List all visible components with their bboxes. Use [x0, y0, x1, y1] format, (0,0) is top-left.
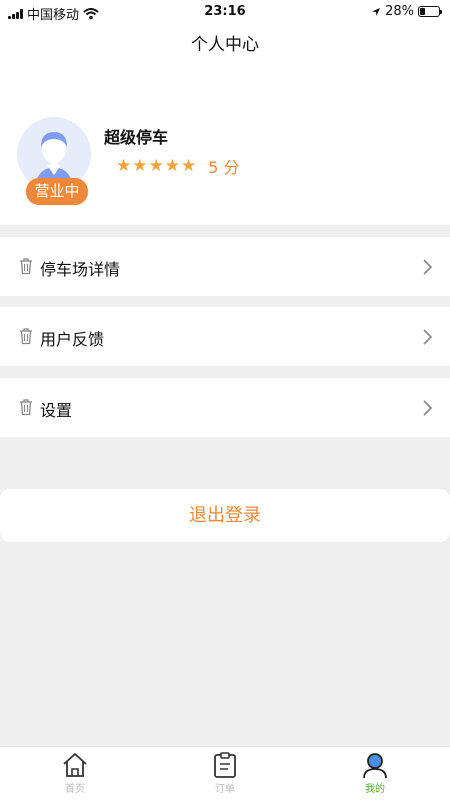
user-icon: [363, 753, 387, 779]
store-name: 超级停车: [104, 128, 169, 147]
star-icon: ★: [132, 156, 148, 176]
status-right: 28%: [371, 4, 442, 19]
logout-button[interactable]: 退出登录: [0, 489, 450, 542]
tab-label: 首页: [65, 784, 85, 795]
location-arrow-icon: [372, 7, 381, 16]
status-bar: 中国移动 23:16 28%: [0, 0, 450, 23]
tab-label: 我的: [365, 784, 385, 795]
trash-icon: [20, 258, 32, 275]
tab-orders[interactable]: 订单: [195, 751, 255, 795]
star-rating: ★ ★ ★ ★ ★: [116, 156, 196, 176]
tab-label: 订单: [215, 784, 235, 795]
menu-item-label: 设置: [40, 401, 73, 420]
chevron-right-icon: [423, 259, 433, 275]
star-icon: ★: [181, 156, 197, 176]
menu-item-feedback[interactable]: 用户反馈: [0, 307, 450, 366]
star-icon: ★: [148, 156, 164, 176]
star-icon: ★: [116, 156, 132, 176]
home-icon: [63, 753, 87, 777]
status-badge: 营业中: [26, 178, 88, 205]
chevron-right-icon: [423, 400, 433, 416]
battery-icon: [418, 6, 442, 17]
star-icon: ★: [164, 156, 180, 176]
tab-home[interactable]: 首页: [45, 751, 105, 795]
clipboard-icon: [214, 752, 236, 778]
rating-score: 5 分: [208, 158, 240, 177]
trash-icon: [20, 399, 32, 416]
menu-item-label: 停车场详情: [40, 260, 121, 279]
chevron-right-icon: [423, 329, 433, 345]
battery-percent: 28%: [385, 4, 414, 19]
tab-bar: 首页 订单 我的: [0, 746, 450, 800]
page-title: 个人中心: [0, 22, 450, 68]
trash-icon: [20, 328, 32, 345]
menu-item-parking-details[interactable]: 停车场详情: [0, 237, 450, 296]
menu-item-settings[interactable]: 设置: [0, 378, 450, 437]
profile-card: 营业中 超级停车 ★ ★ ★ ★ ★ 5 分: [0, 68, 450, 225]
menu-item-label: 用户反馈: [40, 330, 105, 349]
tab-mine[interactable]: 我的: [345, 751, 405, 795]
rating: ★ ★ ★ ★ ★ 5 分: [116, 154, 240, 178]
